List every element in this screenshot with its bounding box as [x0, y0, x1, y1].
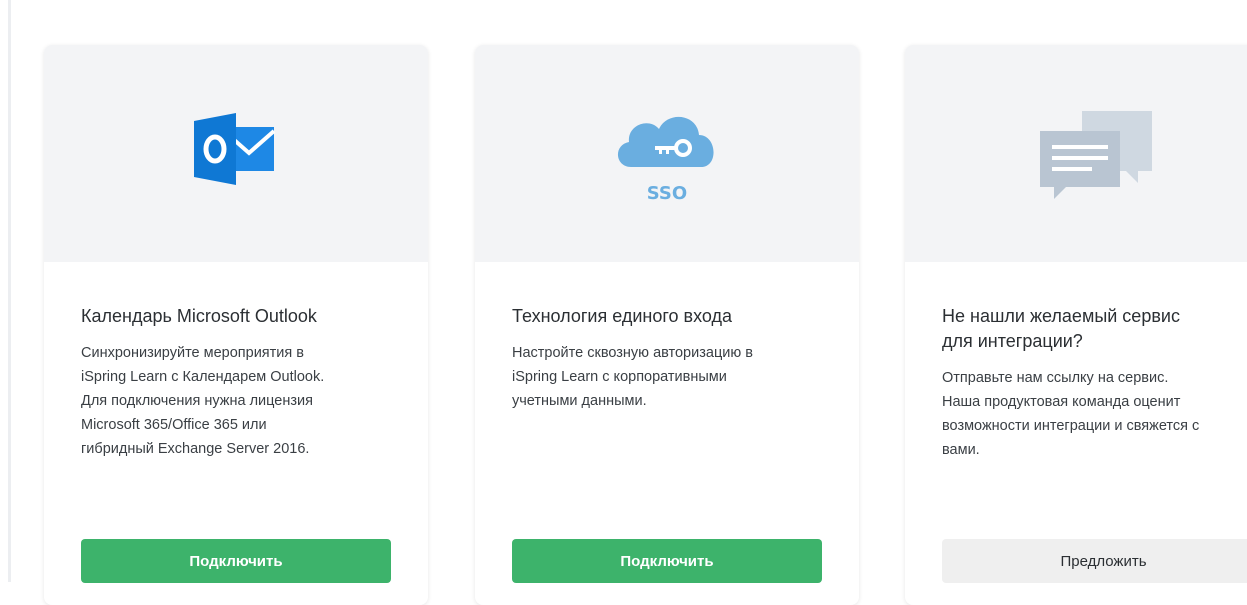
suggest-service-button[interactable]: Предложить: [942, 539, 1247, 583]
card-media: [44, 45, 428, 262]
card-media: SSO: [475, 45, 859, 262]
svg-text:SSO: SSO: [647, 183, 687, 203]
integration-card-sso: SSO Технология единого входа Настройте с…: [475, 45, 859, 605]
card-description: Синхронизируйте мероприятия в iSpring Le…: [81, 345, 325, 457]
card-title: Не нашли желаемый сервис для интеграции?: [942, 306, 1180, 351]
outlook-icon: [194, 113, 276, 185]
card-description: Настройте сквозную авторизацию в iSpring…: [512, 345, 753, 409]
card-title: Технология единого входа: [512, 306, 733, 326]
connect-sso-button[interactable]: Подключить: [512, 539, 822, 583]
card-media: [905, 45, 1247, 262]
card-description: Отправьте нам ссылку на сервис. Наша про…: [942, 370, 1200, 458]
connect-outlook-button[interactable]: Подключить: [81, 539, 391, 583]
card-title: Календарь Microsoft Outlook: [81, 306, 317, 326]
integration-card-outlook: Календарь Microsoft Outlook Синхронизиру…: [44, 45, 428, 605]
chat-bubbles-icon: [1040, 111, 1152, 199]
integration-card-suggest: Не нашли желаемый сервис для интеграции?…: [905, 45, 1247, 605]
page-left-divider: [8, 0, 11, 582]
sso-cloud-key-icon: SSO: [617, 116, 714, 203]
